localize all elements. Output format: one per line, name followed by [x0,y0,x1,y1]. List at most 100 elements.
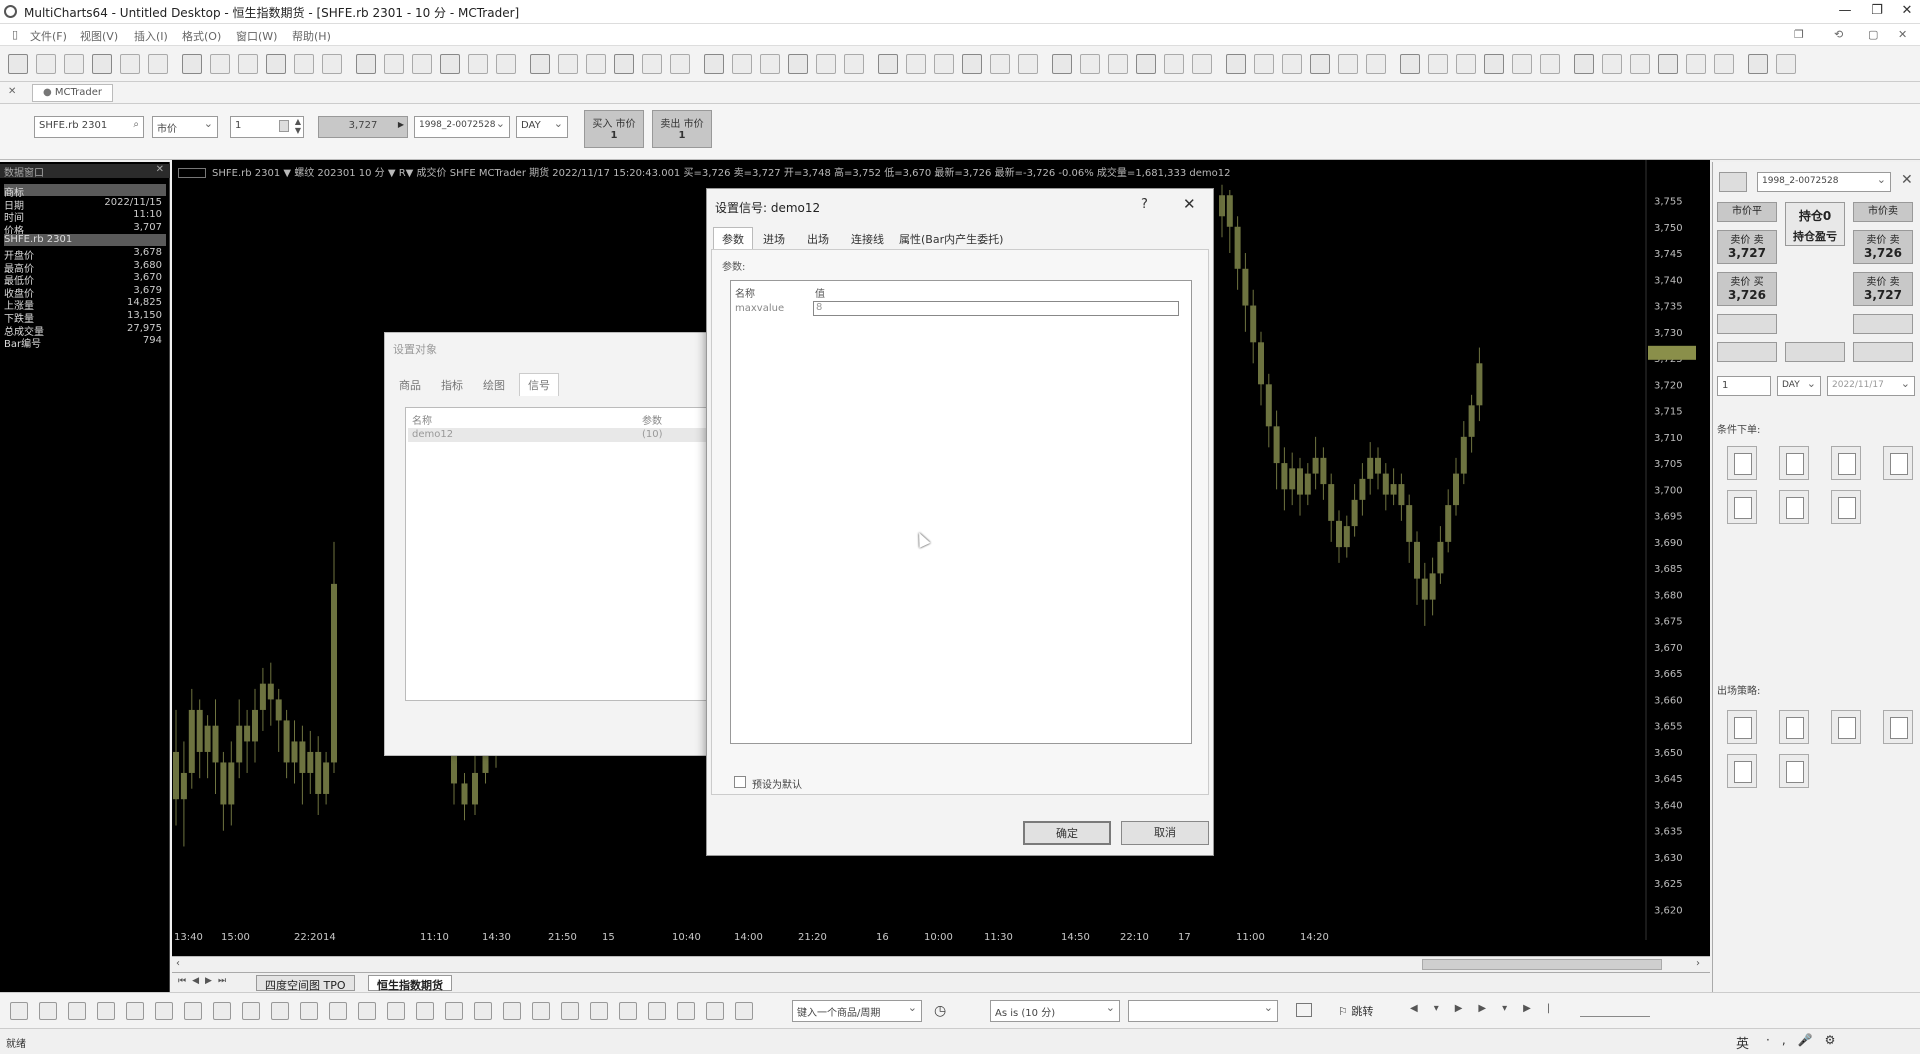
ime-indicator[interactable]: 英 [1736,1033,1749,1052]
market-order-icon[interactable] [1883,446,1913,480]
close-tab-icon[interactable]: ✕ [8,86,16,97]
toolbar-tool-icon[interactable] [1776,54,1796,74]
oco-order-icon[interactable] [1779,490,1809,524]
toolbar-tool-icon[interactable] [1366,54,1386,74]
panel-tif-select[interactable]: DAY [1777,376,1821,396]
help-button[interactable]: ? [1141,197,1148,212]
drawing-tool-icon[interactable] [97,1002,115,1020]
toolbar-tool-icon[interactable] [1108,54,1128,74]
drawing-tool-icon[interactable] [677,1002,695,1020]
exit-strategy-icon-1[interactable] [1727,710,1757,744]
toolbar-tool-icon[interactable] [732,54,752,74]
drawing-tool-icon[interactable] [561,1002,579,1020]
child-maximize-icon[interactable]: ▢ [1868,28,1878,41]
toolbar-tool-icon[interactable] [1574,54,1594,74]
signal-row[interactable]: demo12 (10) [408,428,708,442]
toolbar-tool-icon[interactable] [294,54,314,74]
sell-market-button[interactable]: 卖出 市价 1 [652,110,712,148]
toolbar-tool-icon[interactable] [210,54,230,74]
toolbar-tool-icon[interactable] [238,54,258,74]
exit-strategy-icon-2[interactable] [1779,710,1809,744]
default-checkbox[interactable] [734,776,746,788]
stop-order-icon[interactable] [1727,446,1757,480]
menu-view[interactable]: 视图(V) [80,28,118,44]
panel-qty-input[interactable]: 1 [1717,376,1771,396]
toolbar-tool-icon[interactable] [1254,54,1274,74]
toolbar-tool-icon[interactable] [906,54,926,74]
toolbar-tool-icon[interactable] [878,54,898,74]
toolbar-tool-icon[interactable] [1282,54,1302,74]
zoom-slider[interactable] [1580,1003,1650,1017]
toolbar-tool-icon[interactable] [1512,54,1532,74]
toolbar-tool-icon[interactable] [496,54,516,74]
drawing-tool-icon[interactable] [590,1002,608,1020]
close-button[interactable]: ✕ [1892,3,1920,21]
buy-bid-button[interactable]: 卖价 买 3,726 [1717,272,1777,306]
tab-signals[interactable]: 信号 [519,373,559,396]
drawing-tool-icon[interactable] [735,1002,753,1020]
tab-drawings[interactable]: 绘图 [483,377,505,393]
sell-bid-button[interactable]: 卖价 卖 3,727 [1717,230,1777,264]
account-select[interactable]: 1998_2-0072528 [414,116,510,138]
sell-market-panel-button[interactable]: 市价卖 [1853,202,1913,222]
disabled-button-5[interactable] [1853,342,1913,362]
toolbar-tool-icon[interactable] [1018,54,1038,74]
toolbar-tool-icon[interactable] [64,54,84,74]
toolbar-tool-icon[interactable] [990,54,1010,74]
resolution-select[interactable]: As is (10 分) [990,1000,1120,1022]
toolbar-tool-icon[interactable] [36,54,56,74]
toolbar-tool-icon[interactable] [1540,54,1560,74]
toolbar-tool-icon[interactable] [1226,54,1246,74]
toolbar-tool-icon[interactable] [182,54,202,74]
drawing-tool-icon[interactable] [213,1002,231,1020]
bracket-order-icon[interactable] [1831,490,1861,524]
drawing-tool-icon[interactable] [358,1002,376,1020]
search-icon[interactable]: ⌕ [133,119,139,130]
panel-date-select[interactable]: 2022/11/17 [1827,376,1915,396]
toolbar-tool-icon[interactable] [92,54,112,74]
dialog-close-button[interactable]: ✕ [1183,195,1196,213]
jump-date-input[interactable] [1128,1000,1278,1022]
toolbar-tool-icon[interactable] [468,54,488,74]
drawing-tool-icon[interactable] [39,1002,57,1020]
toolbar-tool-icon[interactable] [704,54,724,74]
disabled-button-4[interactable] [1785,342,1845,362]
toolbar-tool-icon[interactable] [1338,54,1358,74]
disabled-button-2[interactable] [1853,314,1913,334]
order-type-select[interactable]: 市价 [152,116,218,138]
calendar-icon[interactable] [1296,1003,1312,1017]
clock-icon[interactable]: ◷ [934,1003,946,1019]
menu-window[interactable]: 窗口(W) [236,28,277,44]
drawing-tool-icon[interactable] [300,1002,318,1020]
tab-exits[interactable]: 出场 [807,231,829,247]
drawing-tool-icon[interactable] [184,1002,202,1020]
symbol-input[interactable]: SHFE.rb 2301 ⌕ [34,116,144,138]
child-close-icon[interactable]: ✕ [1898,28,1907,41]
price-field[interactable]: 3,727 ▶ [318,116,408,138]
toolbar-tool-icon[interactable] [760,54,780,74]
toolbar-tool-icon[interactable] [412,54,432,74]
toolbar-tool-icon[interactable] [1052,54,1072,74]
quantity-stepper[interactable]: 1 ▲ ▼ [230,116,304,138]
drawing-tool-icon[interactable] [271,1002,289,1020]
stop-limit-order-icon[interactable] [1831,446,1861,480]
drawing-tool-icon[interactable] [706,1002,724,1020]
restore-child-icon[interactable]: ❐ [1794,28,1804,41]
toolbar-tool-icon[interactable] [642,54,662,74]
toolbar-tool-icon[interactable] [356,54,376,74]
toolbar-tool-icon[interactable] [440,54,460,74]
sheet-nav-icon[interactable]: ⏮◀▶⏭ [178,976,232,986]
tray-icons[interactable]: ·,🎤⚙ [1766,1033,1847,1047]
drawing-tool-icon[interactable] [242,1002,260,1020]
minimize-button[interactable]: — [1830,3,1860,21]
toolbar-tool-icon[interactable] [1630,54,1650,74]
drawing-tool-icon[interactable] [126,1002,144,1020]
jump-button[interactable]: ⚐ 跳转 [1338,1003,1373,1019]
toolbar-tool-icon[interactable] [1748,54,1768,74]
drawing-tool-icon[interactable] [648,1002,666,1020]
trailing-order-icon[interactable] [1727,490,1757,524]
tab-properties[interactable]: 属性(Bar内产生委托) [899,231,1003,247]
toolbar-tool-icon[interactable] [384,54,404,74]
tab-entries[interactable]: 进场 [763,231,785,247]
refresh-icon[interactable]: ⟲ [1834,28,1843,41]
